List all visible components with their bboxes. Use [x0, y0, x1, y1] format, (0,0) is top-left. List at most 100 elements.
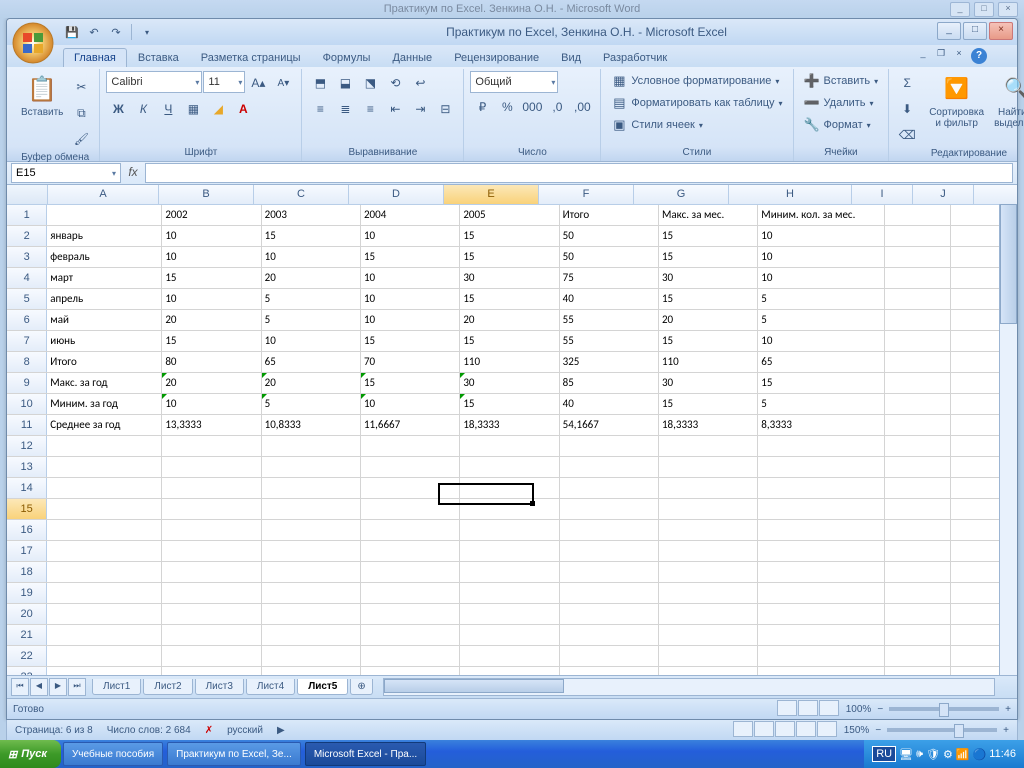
zoom-slider[interactable]	[889, 707, 999, 711]
row-header[interactable]: 12	[7, 436, 47, 456]
cell[interactable]: 18,3333	[659, 415, 758, 435]
paste-button[interactable]: 📋 Вставить	[17, 71, 67, 120]
cell[interactable]: апрель	[47, 289, 162, 309]
cell[interactable]	[460, 583, 559, 603]
word-max-icon[interactable]: □	[974, 2, 994, 17]
row-header[interactable]: 18	[7, 562, 47, 582]
cell[interactable]	[659, 436, 758, 456]
cell[interactable]: 5	[262, 289, 361, 309]
find-select-button[interactable]: 🔍 Найти и выделить	[990, 71, 1024, 131]
sheet-tab-Лист4[interactable]: Лист4	[246, 679, 295, 695]
taskbar-item[interactable]: Учебные пособия	[63, 742, 163, 766]
orientation-icon[interactable]: ⟲	[383, 71, 407, 95]
sheet-first-icon[interactable]: ⏮	[11, 678, 29, 696]
cell[interactable]: 10	[361, 310, 460, 330]
row-header[interactable]: 1	[7, 205, 47, 225]
cell[interactable]	[361, 457, 460, 477]
cell[interactable]	[885, 541, 951, 561]
cell[interactable]	[47, 604, 162, 624]
cell[interactable]: 2004	[361, 205, 460, 225]
cell[interactable]	[758, 625, 885, 645]
help-icon[interactable]: ?	[971, 48, 987, 64]
cell[interactable]	[460, 604, 559, 624]
cell[interactable]: 15	[659, 226, 758, 246]
qat-customize-icon[interactable]: ▾	[138, 23, 156, 41]
word-min-icon[interactable]: _	[950, 2, 970, 17]
cell[interactable]: январь	[47, 226, 162, 246]
cell[interactable]: 40	[560, 289, 659, 309]
cell[interactable]	[885, 310, 951, 330]
cell[interactable]	[758, 499, 885, 519]
formula-input[interactable]	[145, 163, 1013, 183]
sheet-tab-Лист5[interactable]: Лист5	[297, 679, 348, 695]
cell[interactable]	[47, 478, 162, 498]
cell[interactable]: 15	[659, 247, 758, 267]
cell[interactable]	[460, 436, 559, 456]
cell[interactable]: 15	[262, 226, 361, 246]
cell[interactable]	[162, 541, 261, 561]
col-header-A[interactable]: A	[48, 185, 159, 204]
cell[interactable]	[659, 562, 758, 582]
cell[interactable]: 11,6667	[361, 415, 460, 435]
cell[interactable]	[885, 583, 951, 603]
word-zoom-out-icon[interactable]: −	[875, 725, 881, 736]
cell[interactable]: 10	[361, 394, 460, 414]
cell[interactable]	[361, 667, 460, 675]
word-close-icon[interactable]: ×	[998, 2, 1018, 17]
start-button[interactable]: ⊞ Пуск	[0, 740, 61, 768]
cell[interactable]: 15	[758, 373, 885, 393]
cell[interactable]	[47, 499, 162, 519]
cell[interactable]	[885, 394, 951, 414]
cell[interactable]	[47, 625, 162, 645]
col-header-H[interactable]: H	[729, 185, 852, 204]
cell[interactable]: Миним. кол. за мес.	[758, 205, 885, 225]
fill-color-icon[interactable]: ◢	[206, 97, 230, 121]
zoom-out-icon[interactable]: −	[877, 704, 883, 715]
col-header-B[interactable]: B	[159, 185, 254, 204]
cell[interactable]: 10	[758, 247, 885, 267]
tab-Разметка страницы[interactable]: Разметка страницы	[190, 48, 312, 67]
cell[interactable]	[758, 457, 885, 477]
cell[interactable]	[659, 667, 758, 675]
sort-filter-button[interactable]: 🔽 Сортировка и фильтр	[925, 71, 988, 131]
italic-icon[interactable]: К	[131, 97, 155, 121]
fx-icon[interactable]: fx	[125, 165, 141, 181]
row-header[interactable]: 23	[7, 667, 47, 675]
cell[interactable]: 18,3333	[460, 415, 559, 435]
cell[interactable]	[885, 289, 951, 309]
cell[interactable]	[262, 625, 361, 645]
cell[interactable]	[758, 583, 885, 603]
shrink-font-icon[interactable]: A▾	[271, 71, 295, 95]
row-header[interactable]: 10	[7, 394, 47, 414]
cell[interactable]: 15	[460, 289, 559, 309]
grow-font-icon[interactable]: A▴	[246, 71, 270, 95]
lang-indicator[interactable]: RU	[872, 746, 896, 762]
tab-Разработчик[interactable]: Разработчик	[592, 48, 678, 67]
cell[interactable]: 54,1667	[560, 415, 659, 435]
cell[interactable]	[885, 625, 951, 645]
cell[interactable]: 15	[361, 247, 460, 267]
cell[interactable]	[162, 625, 261, 645]
word-proof-icon[interactable]: ✗	[205, 725, 213, 736]
cell[interactable]: 110	[659, 352, 758, 372]
doc-min-icon[interactable]: _	[915, 48, 931, 62]
cell[interactable]	[460, 520, 559, 540]
zoom-in-icon[interactable]: +	[1005, 704, 1011, 715]
cell[interactable]	[560, 457, 659, 477]
cell[interactable]	[560, 562, 659, 582]
cell[interactable]: 65	[262, 352, 361, 372]
cell[interactable]: 20	[460, 310, 559, 330]
cell[interactable]: май	[47, 310, 162, 330]
cell[interactable]	[162, 562, 261, 582]
cell[interactable]: 10	[262, 247, 361, 267]
cell[interactable]: 50	[560, 247, 659, 267]
tab-Формулы[interactable]: Формулы	[312, 48, 382, 67]
sheet-last-icon[interactable]: ⏭	[68, 678, 86, 696]
cell[interactable]: 50	[560, 226, 659, 246]
cell[interactable]	[758, 604, 885, 624]
col-header-E[interactable]: E	[444, 185, 539, 204]
cell[interactable]: 15	[460, 247, 559, 267]
format-as-table-button[interactable]: ▤Форматировать как таблицу▾	[607, 93, 786, 113]
cell[interactable]: 5	[758, 310, 885, 330]
cell[interactable]: 75	[560, 268, 659, 288]
